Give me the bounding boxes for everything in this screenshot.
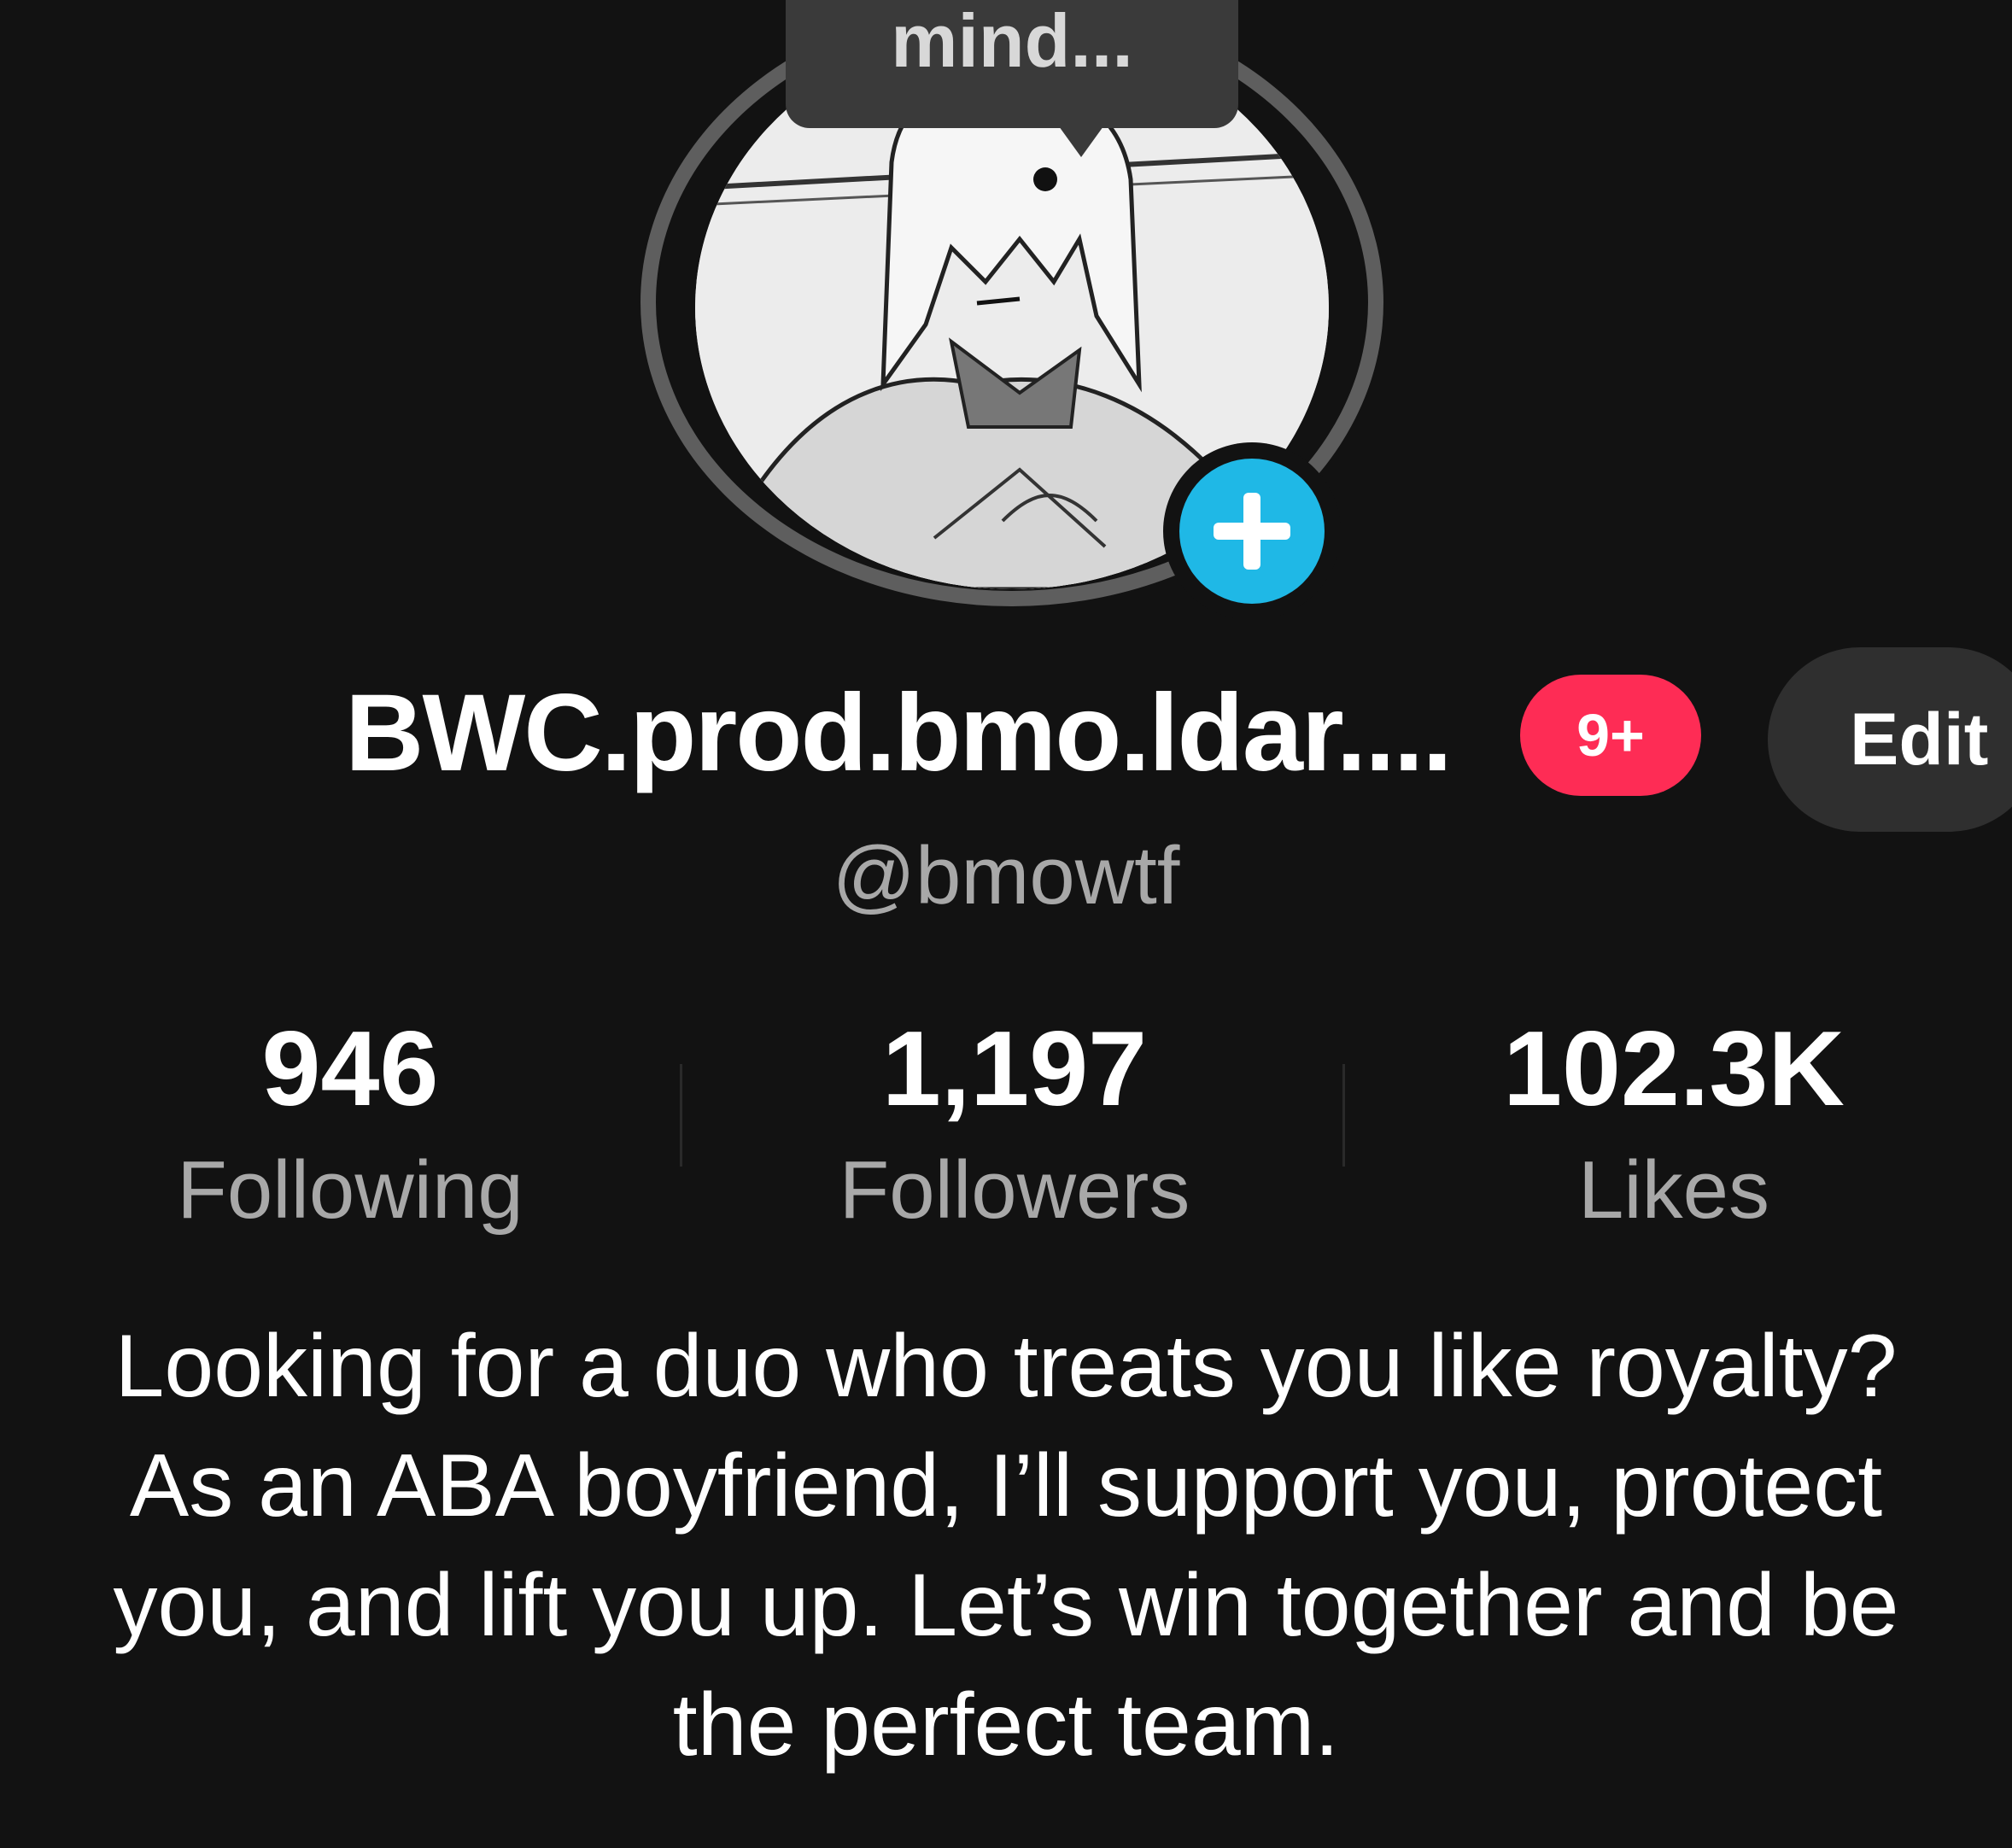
bio-line: the perfect team. (672, 1675, 1340, 1775)
edit-profile-button[interactable]: Edit (1768, 647, 2012, 832)
stat-followers[interactable]: 1,197 Followers (716, 1016, 1313, 1231)
likes-label: Likes (1577, 1144, 1770, 1236)
bio-line: you, and lift you up. Let’s win together… (113, 1556, 1899, 1655)
add-story-button[interactable] (1163, 442, 1341, 620)
following-label: Following (177, 1144, 523, 1236)
stat-divider (1342, 1064, 1345, 1167)
following-count: 946 (261, 1010, 439, 1128)
likes-count: 102.3K (1503, 1010, 1845, 1128)
status-bubble-tail (1059, 126, 1103, 157)
stat-divider (680, 1064, 682, 1167)
display-name: BWC.prod.bmo.ldar.... (345, 672, 1453, 794)
bio-line: As an ABA boyfriend, I’ll support you, p… (129, 1436, 1883, 1535)
followers-count: 1,197 (881, 1010, 1148, 1128)
stat-likes[interactable]: 102.3K Likes (1375, 1016, 1973, 1231)
bio-line: Looking for a duo who treats you like ro… (114, 1317, 1898, 1416)
followers-label: Followers (839, 1144, 1190, 1236)
notification-badge[interactable]: 9+ (1520, 675, 1701, 796)
status-bubble[interactable]: mind... (786, 0, 1238, 128)
status-bubble-text: mind... (891, 0, 1133, 83)
stat-following[interactable]: 946 Following (51, 1016, 649, 1231)
username-handle: @bmowtf (832, 830, 1180, 921)
plus-icon (1179, 459, 1325, 604)
profile-bio: Looking for a duo who treats you like ro… (0, 1307, 2012, 1785)
